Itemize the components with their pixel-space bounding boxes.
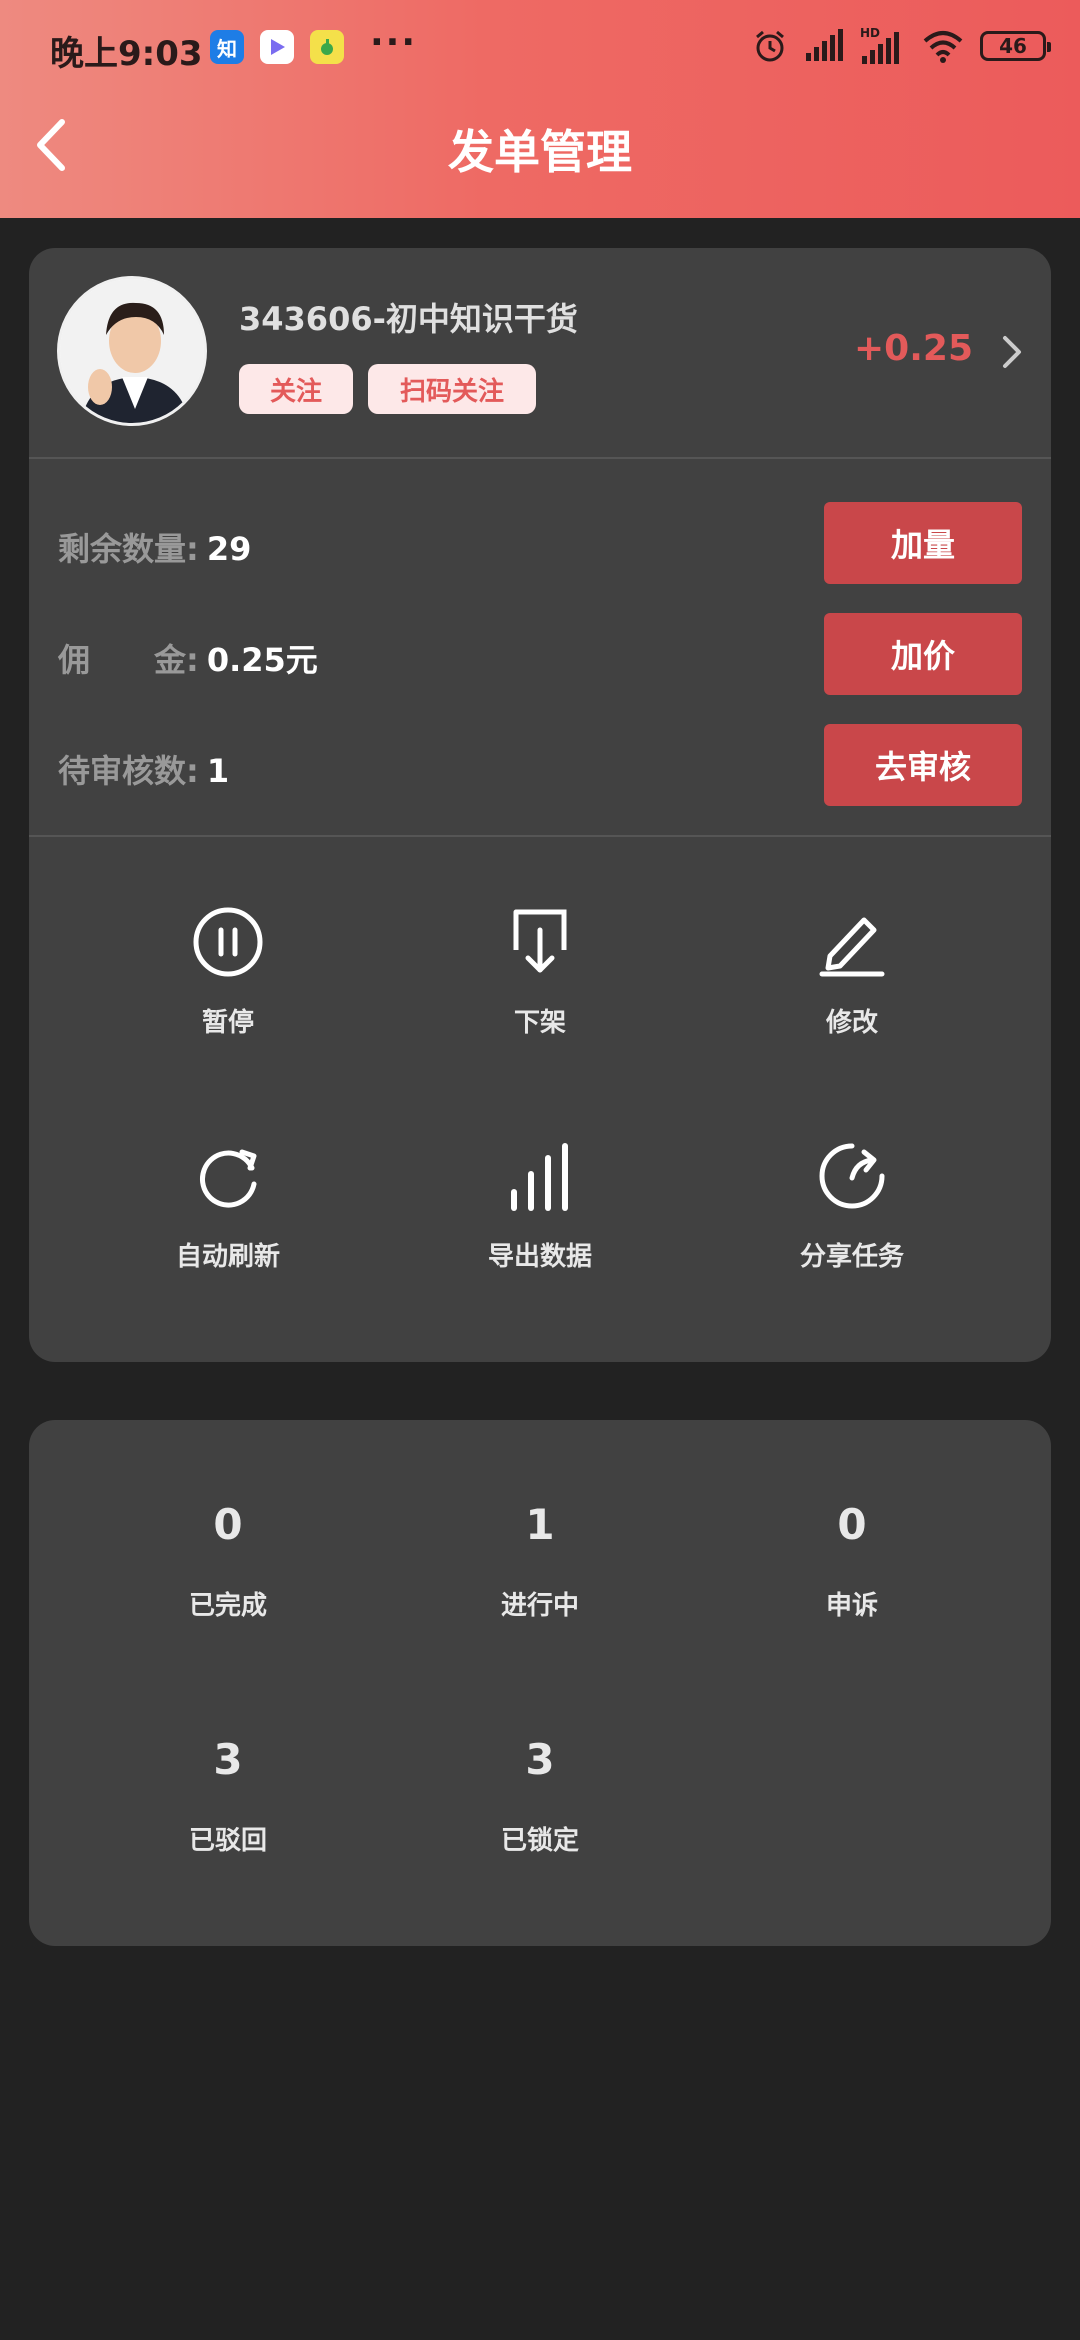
stat-rejected[interactable]: 3 已驳回 (108, 1735, 348, 1857)
stat-value: 0 (213, 1500, 243, 1549)
download-tray-icon (513, 909, 567, 973)
status-indicators: HD 46 (752, 26, 1051, 66)
stat-label: 已锁定 (500, 1826, 579, 1856)
tool-share-task[interactable]: 分享任务 (732, 1138, 972, 1273)
tool-label: 暂停 (201, 1008, 254, 1038)
tool-label: 自动刷新 (175, 1242, 280, 1272)
stat-label: 进行中 (500, 1591, 579, 1621)
remaining-value: 29 (206, 530, 252, 568)
stat-label: 已驳回 (188, 1826, 267, 1856)
alarm-icon (756, 30, 784, 62)
stat-appeal[interactable]: 0 申诉 (732, 1500, 972, 1622)
wifi-icon (923, 31, 963, 63)
tag-follow: 关注 (239, 364, 353, 414)
stat-value: 3 (213, 1735, 243, 1784)
go-review-button[interactable]: 去审核 (824, 724, 1022, 806)
hd-signal-icon: HD (860, 26, 899, 64)
stat-completed[interactable]: 0 已完成 (108, 1500, 348, 1622)
video-play-icon (260, 30, 294, 64)
tool-export-data[interactable]: 导出数据 (420, 1138, 660, 1273)
tool-label: 修改 (825, 1008, 878, 1038)
refresh-icon (199, 1149, 257, 1208)
remaining-label: 剩余数量: (58, 530, 199, 568)
add-quantity-button[interactable]: 加量 (824, 502, 1022, 584)
pending-label: 待审核数: (58, 752, 199, 790)
tool-auto-refresh[interactable]: 自动刷新 (108, 1138, 348, 1273)
header-bar: 晚上9:03 知 ··· HD 46 发单管理 (0, 0, 1080, 218)
stat-label: 已完成 (188, 1591, 267, 1621)
stat-value: 3 (525, 1735, 555, 1784)
bar-chart-icon (511, 1143, 568, 1211)
pending-value: 1 (206, 752, 230, 790)
zhihu-icon: 知 (210, 30, 244, 64)
stat-value: 1 (525, 1500, 555, 1549)
pause-icon (193, 907, 263, 977)
tool-label: 导出数据 (487, 1242, 592, 1272)
pencil-icon (819, 917, 885, 977)
stat-locked[interactable]: 3 已锁定 (420, 1735, 660, 1857)
account-name: 343606-初中知识干货 (239, 300, 578, 338)
avatar (57, 276, 207, 426)
stats-card: 0 已完成 1 进行中 0 申诉 3 已驳回 3 已锁定 (29, 1420, 1051, 1946)
tool-label: 分享任务 (799, 1242, 904, 1272)
music-icon (310, 30, 344, 64)
commission: 佣 金: 0.25元 (58, 635, 318, 681)
status-time: 晚上9:03 (50, 34, 203, 74)
task-card: 343606-初中知识干货 关注 扫码关注 +0.25 剩余数量: 29 加量 佣… (29, 248, 1051, 1362)
status-bar: 晚上9:03 知 ··· HD 46 (0, 0, 1080, 96)
tool-edit[interactable]: 修改 (732, 904, 972, 1039)
svg-text:HD: HD (860, 26, 880, 40)
tag-scan-follow: 扫码关注 (368, 364, 536, 414)
share-icon (819, 1143, 885, 1209)
commission-value: 0.25元 (206, 641, 318, 679)
battery-indicator: 46 (980, 31, 1051, 61)
price-delta: +0.25 (854, 328, 973, 369)
pending-review: 待审核数: 1 (58, 746, 229, 792)
tool-pause[interactable]: 暂停 (108, 904, 348, 1039)
divider (29, 835, 1051, 837)
tool-label: 下架 (513, 1008, 566, 1038)
more-notifications: ··· (370, 22, 418, 63)
remaining-quantity: 剩余数量: 29 (58, 524, 251, 570)
chevron-right-icon[interactable] (999, 332, 1025, 372)
signal-icon (806, 29, 843, 61)
raise-price-button[interactable]: 加价 (824, 613, 1022, 695)
commission-label: 佣 金: (58, 641, 199, 679)
stat-value: 0 (837, 1500, 867, 1549)
divider (29, 457, 1051, 459)
avatar-portrait-icon (60, 279, 204, 423)
tool-take-down[interactable]: 下架 (420, 904, 660, 1039)
stat-in-progress[interactable]: 1 进行中 (420, 1500, 660, 1622)
stat-label: 申诉 (825, 1591, 878, 1621)
page-title: 发单管理 (448, 125, 632, 179)
